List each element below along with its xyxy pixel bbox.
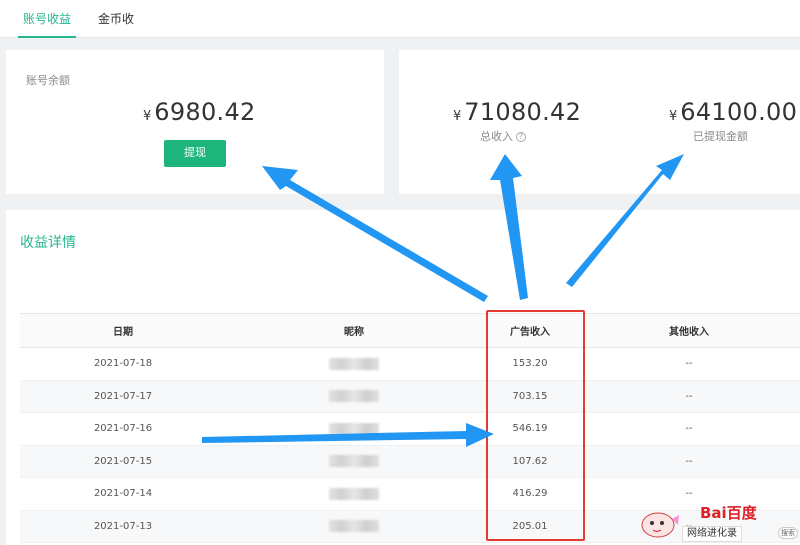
- total-income-label: 总收入: [480, 130, 513, 143]
- tab-account-earnings[interactable]: 账号收益: [18, 0, 76, 38]
- cell-date: 2021-07-17: [20, 380, 226, 413]
- withdraw-button[interactable]: 提现: [164, 140, 226, 167]
- nickname-blurred: [329, 520, 379, 533]
- table-row: 2021-07-15 107.62 --: [20, 445, 800, 478]
- help-icon[interactable]: ?: [516, 132, 526, 142]
- cell-ad-income: 205.01: [482, 510, 578, 543]
- mascot-icon: [641, 512, 679, 538]
- cell-other-income: --: [578, 445, 800, 478]
- cell-date: 2021-07-15: [20, 445, 226, 478]
- balance-card: 账号余额 ¥6980.42 提现: [6, 50, 384, 194]
- table-row: 2021-07-18 153.20 --: [20, 347, 800, 381]
- withdrawn-amount: ¥64100.00: [669, 98, 797, 126]
- nickname-blurred: [329, 390, 379, 403]
- nickname-blurred: [329, 487, 379, 500]
- withdrawn-value: 64100.00: [680, 98, 798, 126]
- cell-date: 2021-07-13: [20, 510, 226, 543]
- total-income-value: 71080.42: [464, 98, 582, 126]
- tab-bar: 账号收益 金币收益: [0, 0, 800, 64]
- table-row: 2021-07-16 546.19 --: [20, 412, 800, 446]
- currency-symbol: ¥: [453, 109, 462, 124]
- cell-other-income: --: [578, 380, 800, 413]
- nickname-blurred: [329, 357, 379, 370]
- cell-nickname: [226, 380, 482, 413]
- baidu-logo-text: Bai百度: [700, 504, 757, 522]
- currency-symbol: ¥: [669, 109, 678, 124]
- cell-nickname: [226, 477, 482, 511]
- total-income-amount: ¥71080.42: [453, 98, 581, 126]
- tab-coin-earnings[interactable]: 金币收益: [98, 0, 138, 64]
- cell-ad-income: 546.19: [482, 412, 578, 446]
- cell-nickname: [226, 445, 482, 478]
- watermark-text: 网络进化录: [682, 526, 742, 542]
- column-header-ad-income: 广告收入: [482, 313, 578, 348]
- totals-card: ¥71080.42 总收入? ¥64100.00 已提现金额: [399, 50, 800, 194]
- cell-ad-income: 107.62: [482, 445, 578, 478]
- balance-amount: ¥6980.42: [143, 98, 256, 126]
- cell-nickname: [226, 347, 482, 381]
- cell-date: 2021-07-16: [20, 412, 226, 446]
- section-title: 收益详情: [20, 235, 76, 251]
- baidu-watermark: Bai百度 网络进化录 搜索: [630, 495, 800, 545]
- column-header-date: 日期: [20, 313, 226, 348]
- cell-other-income: --: [578, 412, 800, 446]
- nickname-blurred: [329, 455, 379, 468]
- currency-symbol: ¥: [143, 109, 152, 124]
- total-income-label-wrap: 总收入?: [480, 128, 526, 144]
- baidu-logo: Bai百度: [700, 502, 757, 523]
- cell-nickname: [226, 510, 482, 543]
- cell-nickname: [226, 412, 482, 446]
- table-row: 2021-07-17 703.15 --: [20, 380, 800, 413]
- nickname-blurred: [329, 422, 379, 435]
- cell-ad-income: 153.20: [482, 347, 578, 381]
- table-header-row: 日期 昵称 广告收入 其他收入: [20, 313, 800, 348]
- cell-ad-income: 416.29: [482, 477, 578, 511]
- search-icon[interactable]: 搜索: [778, 527, 798, 539]
- balance-label: 账号余额: [26, 74, 70, 87]
- withdrawn-label: 已提现金额: [693, 130, 748, 143]
- cell-ad-income: 703.15: [482, 380, 578, 413]
- cell-date: 2021-07-18: [20, 347, 226, 381]
- cell-date: 2021-07-14: [20, 477, 226, 511]
- column-header-nickname: 昵称: [226, 313, 482, 348]
- column-header-other-income: 其他收入: [578, 313, 800, 348]
- cell-other-income: --: [578, 347, 800, 381]
- balance-value: 6980.42: [154, 98, 256, 126]
